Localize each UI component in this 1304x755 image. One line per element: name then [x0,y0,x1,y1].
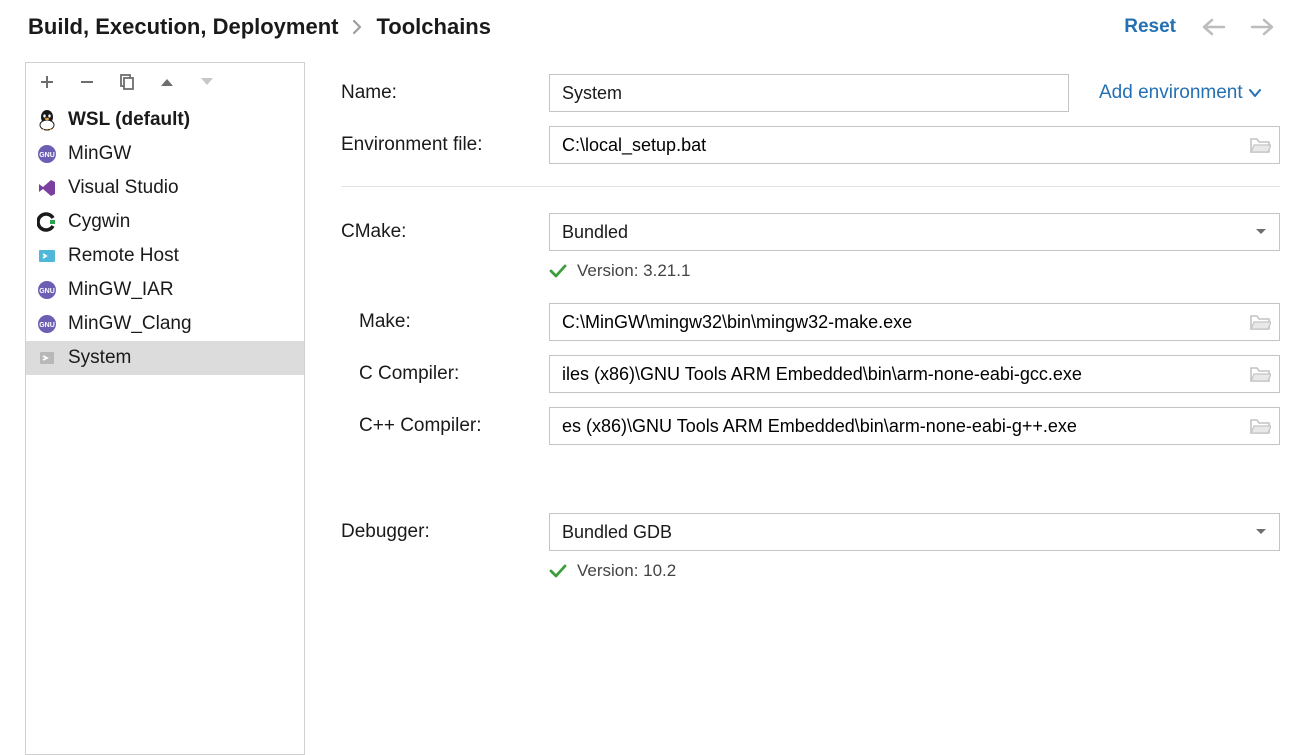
sidebar-item-label: Remote Host [68,245,179,267]
row-name: Name: Add environment [341,74,1280,112]
sidebar-item-label: MinGW [68,143,131,165]
chevron-down-icon [1249,88,1261,98]
move-up-icon[interactable] [158,73,176,91]
debugger-select[interactable]: Bundled GDB [549,513,1280,551]
folder-icon[interactable] [1249,313,1271,331]
row-cmake: CMake: Bundled [341,213,1280,251]
cmake-version: Version: 3.21.1 [577,261,690,281]
debugger-value: Bundled GDB [562,522,672,543]
sidebar-item-remote-host[interactable]: Remote Host [26,239,304,273]
row-c-compiler: C Compiler: [341,355,1280,393]
debugger-version-row: Version: 10.2 [549,561,1280,581]
name-input[interactable] [549,74,1069,112]
chevron-down-icon [1255,228,1267,236]
breadcrumb-parent[interactable]: Build, Execution, Deployment [28,14,338,40]
make-input-wrap [549,303,1280,341]
gnu-icon: GNU [36,313,58,335]
debugger-version: Version: 10.2 [577,561,676,581]
check-icon [549,263,567,279]
folder-icon[interactable] [1249,417,1271,435]
remote-icon [36,245,58,267]
sidebar-item-label: MinGW_IAR [68,279,174,301]
sidebar: WSL (default) GNU MinGW Visual Studio Cy… [25,62,305,755]
nav-forward-icon[interactable] [1250,17,1276,37]
chevron-right-icon [352,19,362,35]
svg-text:GNU: GNU [39,322,55,329]
sidebar-item-cygwin[interactable]: Cygwin [26,205,304,239]
env-file-label: Environment file: [341,134,549,156]
c-compiler-input[interactable] [562,364,1249,385]
chevron-down-icon [1255,528,1267,536]
sidebar-item-mingw-iar[interactable]: GNU MinGW_IAR [26,273,304,307]
sidebar-list: WSL (default) GNU MinGW Visual Studio Cy… [26,103,304,754]
sidebar-item-label: WSL (default) [68,109,190,131]
sidebar-item-wsl[interactable]: WSL (default) [26,103,304,137]
header-actions: Reset [1124,16,1276,38]
nav-back-icon[interactable] [1200,17,1226,37]
cmake-version-row: Version: 3.21.1 [549,261,1280,281]
sidebar-item-label: MinGW_Clang [68,313,192,335]
env-file-input[interactable] [562,135,1249,156]
add-environment-label: Add environment [1099,82,1243,104]
sidebar-item-mingw-clang[interactable]: GNU MinGW_Clang [26,307,304,341]
add-icon[interactable] [38,73,56,91]
tux-icon [36,109,58,131]
folder-icon[interactable] [1249,136,1271,154]
remove-icon[interactable] [78,73,96,91]
sidebar-item-label: Cygwin [68,211,130,233]
row-cpp-compiler: C++ Compiler: [341,407,1280,445]
copy-icon[interactable] [118,73,136,91]
c-compiler-label: C Compiler: [341,363,549,385]
body: WSL (default) GNU MinGW Visual Studio Cy… [0,62,1304,755]
svg-text:GNU: GNU [39,152,55,159]
sidebar-item-label: Visual Studio [68,177,179,199]
sidebar-item-label: System [68,347,131,369]
cmake-select[interactable]: Bundled [549,213,1280,251]
c-compiler-input-wrap [549,355,1280,393]
reset-button[interactable]: Reset [1124,16,1176,38]
sidebar-item-system[interactable]: System [26,341,304,375]
move-down-icon[interactable] [198,73,216,91]
sidebar-toolbar [26,63,304,103]
breadcrumb-current: Toolchains [376,14,491,40]
debugger-label: Debugger: [341,521,549,543]
vs-icon [36,177,58,199]
check-icon [549,563,567,579]
cmake-label: CMake: [341,221,549,243]
row-env-file: Environment file: [341,126,1280,164]
sidebar-item-visual-studio[interactable]: Visual Studio [26,171,304,205]
gnu-icon: GNU [36,279,58,301]
header: Build, Execution, Deployment Toolchains … [0,0,1304,62]
main-panel: Name: Add environment Environment file: [305,62,1304,755]
make-input[interactable] [562,312,1249,333]
row-debugger: Debugger: Bundled GDB [341,513,1280,551]
folder-icon[interactable] [1249,365,1271,383]
make-label: Make: [341,311,549,333]
system-icon [36,347,58,369]
cpp-compiler-label: C++ Compiler: [341,415,549,437]
svg-text:GNU: GNU [39,288,55,295]
name-label: Name: [341,82,549,104]
row-make: Make: [341,303,1280,341]
sidebar-item-mingw[interactable]: GNU MinGW [26,137,304,171]
breadcrumb: Build, Execution, Deployment Toolchains [28,14,491,40]
cpp-compiler-input[interactable] [562,416,1249,437]
env-file-input-wrap [549,126,1280,164]
cmake-value: Bundled [562,222,628,243]
add-environment-link[interactable]: Add environment [1099,82,1261,104]
cpp-compiler-input-wrap [549,407,1280,445]
gnu-icon: GNU [36,143,58,165]
divider [341,186,1280,187]
cygwin-icon [36,211,58,233]
